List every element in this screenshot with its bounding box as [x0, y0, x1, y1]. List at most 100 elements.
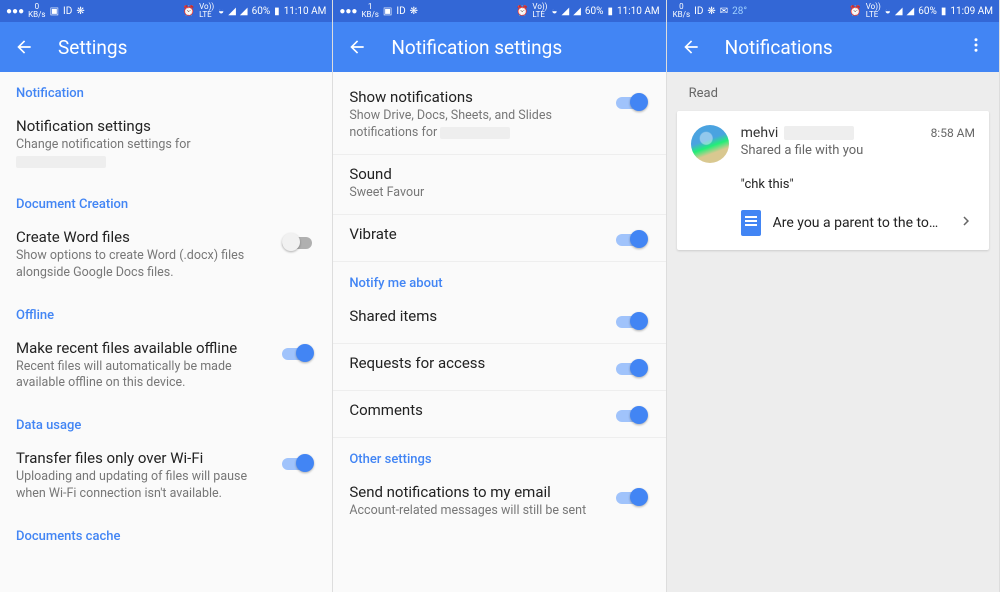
show-notifications-row[interactable]: Show notifications Show Drive, Docs, She…: [333, 72, 665, 155]
status-time: 11:10 AM: [617, 6, 660, 17]
create-word-title: Create Word files: [16, 228, 274, 246]
email-notif-row[interactable]: Send notifications to my email Account-r…: [333, 473, 665, 532]
vibrate-row[interactable]: Vibrate: [333, 215, 665, 262]
shared-items-row[interactable]: Shared items: [333, 297, 665, 344]
sync-icon: ❋: [76, 6, 84, 17]
docs-icon: [741, 210, 761, 236]
status-time: 11:09 AM: [950, 6, 993, 17]
wifi-only-sub: Uploading and updating of files will pau…: [16, 469, 274, 503]
section-documents-cache: Documents cache: [0, 515, 332, 550]
notification-settings-title: Notification settings: [16, 117, 308, 135]
redacted-name: [784, 126, 854, 140]
status-bar: ●●● 0KB/s ▣ ID ❋ ⏰ Vo))LTE ◒ ◢ ◢ 60% ▮ 1…: [0, 0, 332, 22]
id-icon: ID: [396, 6, 405, 17]
notification-action: Shared a file with you: [741, 143, 975, 158]
shared-file-title: Are you a parent to the todd…: [773, 215, 945, 231]
shared-items-title: Shared items: [349, 307, 607, 325]
wifi-only-row[interactable]: Transfer files only over Wi-Fi Uploading…: [0, 439, 332, 515]
battery-icon: ▮: [608, 6, 614, 17]
wifi-only-toggle[interactable]: [282, 453, 316, 473]
notifications-content: Read mehvi 8:58 AM Shared a file with yo…: [667, 72, 999, 592]
create-word-toggle[interactable]: [282, 232, 316, 252]
show-notifications-sub: Show Drive, Docs, Sheets, and Slides not…: [349, 108, 607, 142]
comments-row[interactable]: Comments: [333, 391, 665, 438]
volte-icon: Vo))LTE: [866, 3, 881, 19]
screen-notification-settings: ●●● 1KB/s ▣ ID ❋ ⏰ Vo))LTE ◒ ◢ ◢ 60% ▮ 1…: [333, 0, 666, 592]
sound-title: Sound: [349, 165, 641, 183]
back-button[interactable]: [681, 37, 701, 57]
signal-icon: ◢: [228, 6, 236, 17]
app-bar: Notifications: [667, 22, 999, 72]
screen-settings: ●●● 0KB/s ▣ ID ❋ ⏰ Vo))LTE ◒ ◢ ◢ 60% ▮ 1…: [0, 0, 333, 592]
comments-toggle[interactable]: [616, 405, 650, 425]
sync-icon: ❋: [707, 6, 715, 17]
offline-title: Make recent files available offline: [16, 339, 274, 357]
notification-settings-sub: Change notification settings for: [16, 137, 308, 171]
requests-title: Requests for access: [349, 354, 607, 372]
sync-icon: ❋: [410, 6, 418, 17]
signal2-icon: ◢: [907, 6, 915, 17]
shared-file-row[interactable]: Are you a parent to the todd…: [691, 204, 975, 238]
sound-row[interactable]: Sound Sweet Favour: [333, 155, 665, 215]
signal2-icon: ◢: [573, 6, 581, 17]
arrow-back-icon: [14, 37, 34, 57]
network-speed: 0KB/s: [673, 3, 690, 19]
battery-pct: 60%: [252, 6, 271, 17]
vibrate-toggle[interactable]: [616, 229, 650, 249]
battery-pct: 60%: [585, 6, 604, 17]
notif-settings-content: Show notifications Show Drive, Docs, She…: [333, 72, 665, 592]
battery-pct: 60%: [918, 6, 937, 17]
create-word-row[interactable]: Create Word files Show options to create…: [0, 218, 332, 294]
back-button[interactable]: [347, 37, 367, 57]
offline-row[interactable]: Make recent files available offline Rece…: [0, 329, 332, 405]
section-notification: Notification: [0, 72, 332, 107]
offline-toggle[interactable]: [282, 343, 316, 363]
image-icon: ▣: [50, 6, 59, 17]
signal2-icon: ◢: [240, 6, 248, 17]
app-bar: Notification settings: [333, 22, 665, 72]
section-notify-me: Notify me about: [333, 262, 665, 297]
back-button[interactable]: [14, 37, 34, 57]
network-speed: 0KB/s: [28, 3, 45, 19]
show-notifications-toggle[interactable]: [616, 92, 650, 112]
screen-notifications: 0KB/s ID ❋ ✉ 28° ⏰ Vo))LTE ◒ ◢ ◢ 60% ▮ 1…: [667, 0, 1000, 592]
more-indicator-icon: ●●●: [339, 6, 357, 17]
arrow-back-icon: [347, 37, 367, 57]
status-bar: 0KB/s ID ❋ ✉ 28° ⏰ Vo))LTE ◒ ◢ ◢ 60% ▮ 1…: [667, 0, 999, 22]
mail-icon: ✉: [720, 6, 728, 17]
id-icon: ID: [694, 6, 703, 17]
shared-items-toggle[interactable]: [616, 311, 650, 331]
section-other: Other settings: [333, 438, 665, 473]
wifi-icon: ◒: [551, 6, 557, 17]
status-bar: ●●● 1KB/s ▣ ID ❋ ⏰ Vo))LTE ◒ ◢ ◢ 60% ▮ 1…: [333, 0, 665, 22]
more-vert-icon: [967, 36, 985, 54]
requests-toggle[interactable]: [616, 358, 650, 378]
offline-sub: Recent files will automatically be made …: [16, 359, 274, 393]
wifi-only-title: Transfer files only over Wi-Fi: [16, 449, 274, 467]
wifi-icon: ◒: [218, 6, 224, 17]
email-notif-toggle[interactable]: [616, 487, 650, 507]
section-document-creation: Document Creation: [0, 183, 332, 218]
vibrate-title: Vibrate: [349, 225, 607, 243]
volte-icon: Vo))LTE: [532, 3, 547, 19]
notification-card[interactable]: mehvi 8:58 AM Shared a file with you "ch…: [677, 111, 989, 250]
notification-settings-row[interactable]: Notification settings Change notificatio…: [0, 107, 332, 183]
battery-icon: ▮: [941, 6, 947, 17]
overflow-menu-button[interactable]: [967, 36, 985, 58]
more-indicator-icon: ●●●: [6, 6, 24, 17]
alarm-icon: ⏰: [516, 6, 528, 17]
app-bar: Settings: [0, 22, 332, 72]
notification-time: 8:58 AM: [931, 126, 975, 140]
page-title: Notification settings: [391, 36, 651, 59]
status-time: 11:10 AM: [284, 6, 327, 17]
temperature: 28°: [732, 6, 747, 17]
network-speed: 1KB/s: [361, 3, 378, 19]
alarm-icon: ⏰: [849, 6, 861, 17]
signal-icon: ◢: [562, 6, 570, 17]
show-notifications-title: Show notifications: [349, 88, 607, 106]
create-word-sub: Show options to create Word (.docx) file…: [16, 248, 274, 282]
notification-message: "chk this": [741, 177, 975, 192]
avatar: [691, 125, 729, 163]
requests-row[interactable]: Requests for access: [333, 344, 665, 391]
email-notif-title: Send notifications to my email: [349, 483, 607, 501]
